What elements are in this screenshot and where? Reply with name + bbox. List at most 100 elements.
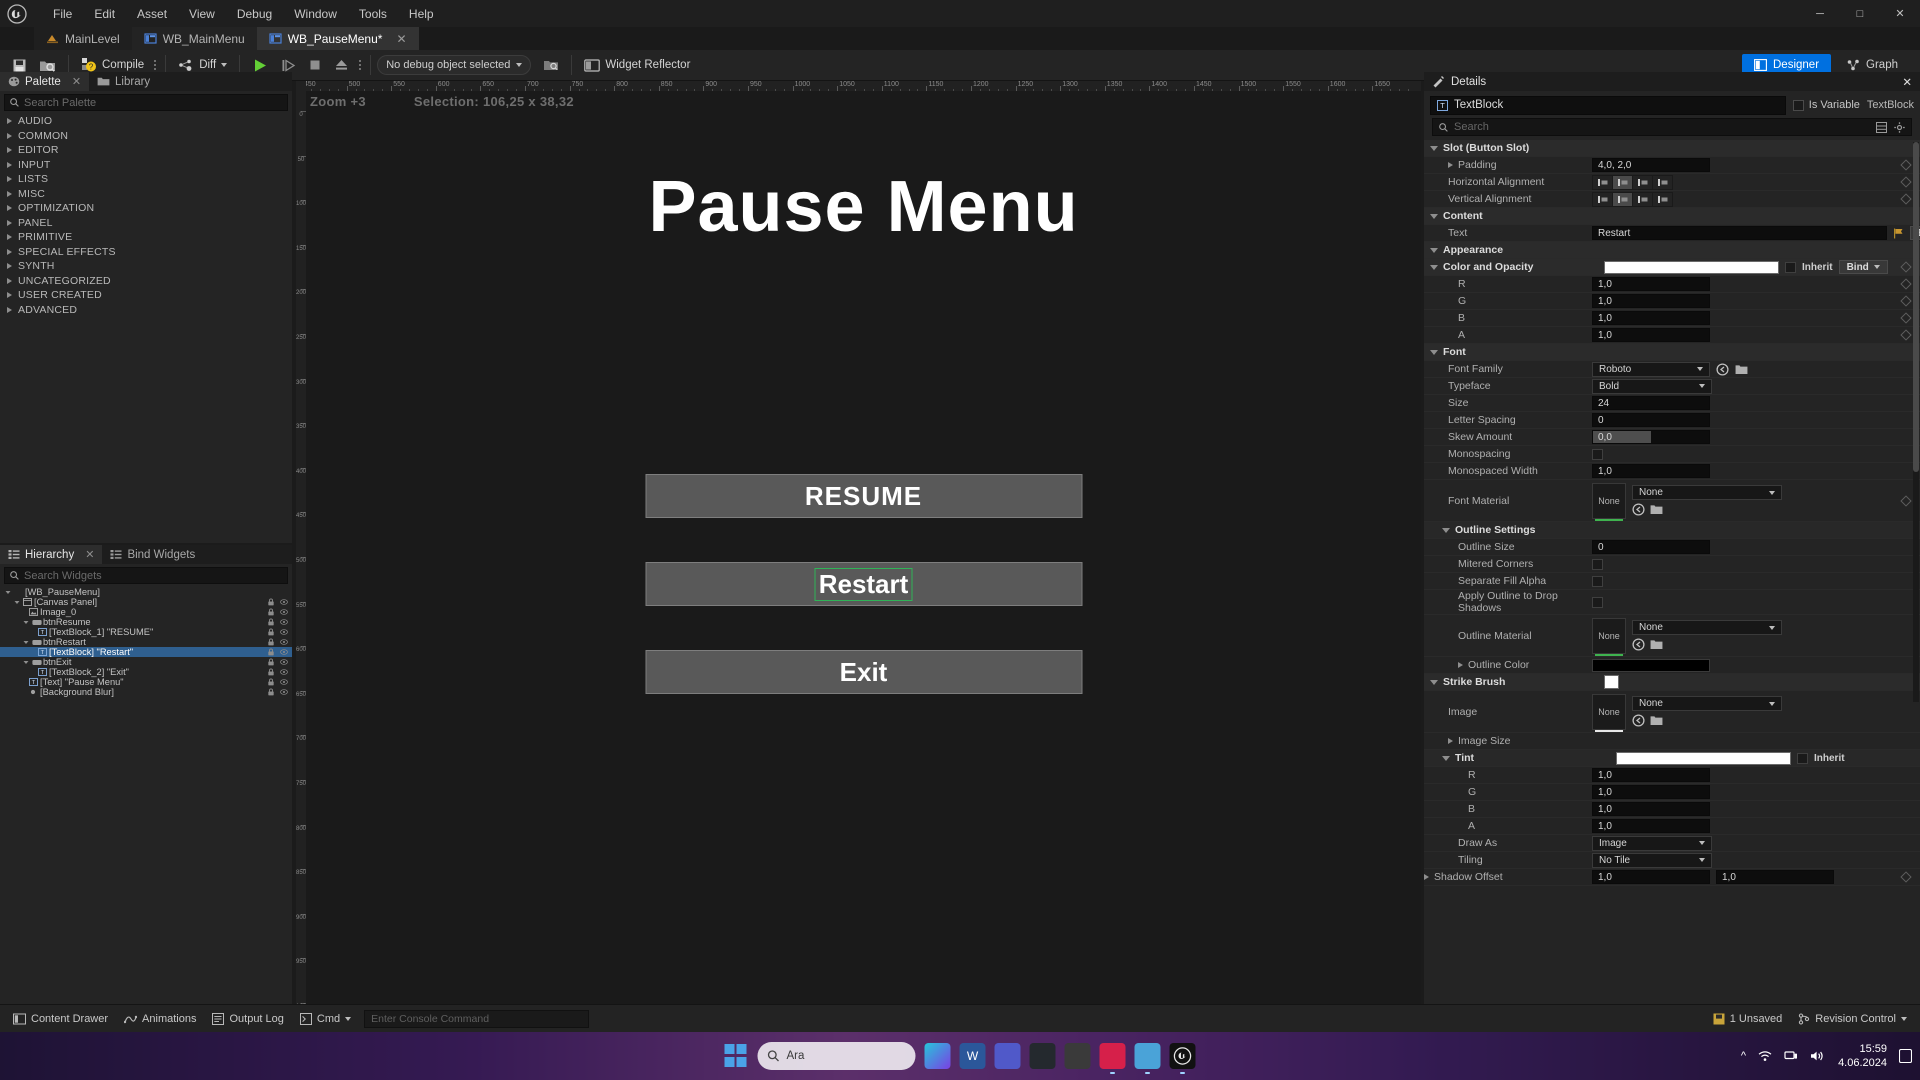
property-row[interactable]: B 1,0 <box>1424 801 1920 818</box>
reset-to-default-icon[interactable] <box>1900 159 1912 171</box>
vector-y-input[interactable]: 1,0 <box>1716 870 1834 884</box>
property-dropdown[interactable]: No Tile <box>1592 852 1712 868</box>
widget-preview-stage[interactable]: Pause Menu RESUME Restart Exit <box>306 91 1421 1031</box>
property-row[interactable]: G 1,0 <box>1424 784 1920 801</box>
github-icon[interactable] <box>1029 1043 1056 1069</box>
animations-button[interactable]: Animations <box>117 1009 203 1029</box>
property-row[interactable]: Strike Brush <box>1424 674 1920 691</box>
property-row[interactable]: Outline Color <box>1424 657 1920 674</box>
reset-to-default-icon[interactable] <box>1900 312 1912 324</box>
align-center-button[interactable] <box>1613 192 1632 206</box>
tab-wb-pausemenu[interactable]: WB_PauseMenu* ✕ <box>256 27 419 50</box>
property-row[interactable]: Draw As Image <box>1424 835 1920 852</box>
teams-icon[interactable] <box>994 1043 1021 1069</box>
property-row[interactable]: Font <box>1424 344 1920 361</box>
palette-search-input[interactable]: Search Palette <box>4 94 288 111</box>
palette-category-misc[interactable]: MISC <box>0 187 292 202</box>
color-swatch[interactable] <box>1604 260 1779 274</box>
property-row[interactable]: R 1,0 <box>1424 767 1920 784</box>
property-row[interactable]: G 1,0 <box>1424 293 1920 310</box>
property-row[interactable]: Separate Fill Alpha <box>1424 573 1920 590</box>
property-input[interactable]: 0 <box>1592 413 1710 427</box>
chevron-right-icon[interactable] <box>1448 162 1453 168</box>
opera-icon[interactable] <box>1099 1043 1126 1074</box>
browse-to-asset-icon[interactable] <box>1632 503 1645 516</box>
align-right-button[interactable] <box>1633 175 1652 189</box>
property-row[interactable]: Font Family Roboto <box>1424 361 1920 378</box>
close-icon[interactable]: ✕ <box>1902 75 1912 89</box>
property-row[interactable]: Image Size <box>1424 733 1920 750</box>
property-input[interactable]: 0 <box>1592 540 1710 554</box>
stop-button[interactable] <box>302 52 328 78</box>
play-options-button[interactable] <box>355 54 364 76</box>
preview-title-text[interactable]: Pause Menu <box>306 166 1421 248</box>
details-property-list[interactable]: Slot (Button Slot) Padding 4,0, 2,0 Horizon… <box>1424 140 1920 1031</box>
tree-item[interactable]: btnRestart <box>0 637 292 647</box>
tree-item[interactable]: [WB_PauseMenu] <box>0 587 292 597</box>
color-swatch[interactable] <box>1616 751 1791 765</box>
widget-reflector-button[interactable]: Widget Reflector <box>578 52 696 78</box>
property-row[interactable]: Image None None <box>1424 691 1920 733</box>
palette-category-uncategorized[interactable]: UNCATEGORIZED <box>0 274 292 289</box>
property-row[interactable]: Size 24 <box>1424 395 1920 412</box>
calculator-icon[interactable] <box>1064 1043 1091 1069</box>
menu-debug[interactable]: Debug <box>226 3 283 25</box>
widget-name-input[interactable]: T TextBlock <box>1430 95 1786 115</box>
unreal-icon[interactable] <box>1169 1043 1196 1074</box>
property-row[interactable]: Color and Opacity Inherit Bind <box>1424 259 1920 276</box>
taskbar-clock[interactable]: 15:59 4.06.2024 <box>1838 1042 1887 1070</box>
bind-button[interactable]: Bind <box>1838 260 1888 274</box>
chevron-down-icon[interactable] <box>1430 679 1438 685</box>
tree-item[interactable]: [Background Blur] <box>0 687 292 697</box>
output-log-button[interactable]: Output Log <box>205 1009 290 1029</box>
menu-view[interactable]: View <box>178 3 226 25</box>
tree-item-selected[interactable]: T [TextBlock] "Restart" <box>0 647 292 657</box>
close-icon[interactable]: ✕ <box>72 75 81 88</box>
preview-button-resume[interactable]: RESUME <box>645 474 1082 518</box>
property-checkbox[interactable] <box>1592 596 1603 608</box>
inherit-checkbox[interactable] <box>1785 261 1796 273</box>
palette-category-user-created[interactable]: USER CREATED <box>0 288 292 303</box>
tab-wb-mainmenu[interactable]: WB_MainMenu <box>131 27 257 50</box>
align-fill-button[interactable] <box>1653 175 1672 189</box>
property-row[interactable]: B 1,0 <box>1424 310 1920 327</box>
list-view-icon[interactable] <box>1876 121 1887 133</box>
tree-item[interactable]: T [TextBlock_1] "RESUME" <box>0 627 292 637</box>
property-checkbox[interactable] <box>1592 575 1603 587</box>
unsaved-button[interactable]: 1 Unsaved <box>1706 1009 1790 1029</box>
list-icon[interactable] <box>1134 1043 1161 1074</box>
close-button[interactable]: ✕ <box>1880 0 1920 27</box>
property-input[interactable]: 1,0 <box>1592 464 1710 478</box>
property-row[interactable]: Content <box>1424 208 1920 225</box>
reset-to-default-icon[interactable] <box>1900 278 1912 290</box>
property-row[interactable]: Shadow Offset 1,0 1,0 <box>1424 869 1920 886</box>
start-button-icon[interactable] <box>724 1044 749 1068</box>
property-row[interactable]: Monospaced Width 1,0 <box>1424 463 1920 480</box>
designer-viewport[interactable]: Pause Menu RESUME Restart Exit <box>296 81 1421 1031</box>
tree-item[interactable]: T [Text] "Pause Menu" <box>0 677 292 687</box>
property-row[interactable]: Skew Amount 0,0 <box>1424 429 1920 446</box>
vertical-alignment-group[interactable] <box>1592 191 1673 207</box>
browse-to-asset-icon[interactable] <box>1632 714 1645 727</box>
property-row[interactable]: Font Material None None <box>1424 480 1920 522</box>
property-row[interactable]: Outline Size 0 <box>1424 539 1920 556</box>
tree-item[interactable]: [Canvas Panel] <box>0 597 292 607</box>
chevron-down-icon[interactable] <box>1442 527 1450 533</box>
asset-thumbnail[interactable]: None <box>1592 693 1626 732</box>
property-input[interactable]: 1,0 <box>1592 277 1710 291</box>
property-row[interactable]: Vertical Alignment <box>1424 191 1920 208</box>
close-icon[interactable]: ✕ <box>85 548 94 561</box>
brush-swatch[interactable] <box>1604 675 1619 689</box>
tree-item[interactable]: btnExit <box>0 657 292 667</box>
property-row[interactable]: Horizontal Alignment <box>1424 174 1920 191</box>
tree-item[interactable]: btnResume <box>0 617 292 627</box>
vector-x-input[interactable]: 1,0 <box>1592 870 1710 884</box>
property-row[interactable]: Letter Spacing 0 <box>1424 412 1920 429</box>
content-drawer-button[interactable]: Content Drawer <box>6 1009 115 1029</box>
chevron-right-icon[interactable] <box>1458 662 1463 668</box>
palette-category-lists[interactable]: LISTS <box>0 172 292 187</box>
align-fill-button[interactable] <box>1653 192 1672 206</box>
color-swatch[interactable] <box>1592 658 1710 672</box>
tab-hierarchy[interactable]: Hierarchy ✕ <box>0 545 103 564</box>
align-center-button[interactable] <box>1613 175 1632 189</box>
